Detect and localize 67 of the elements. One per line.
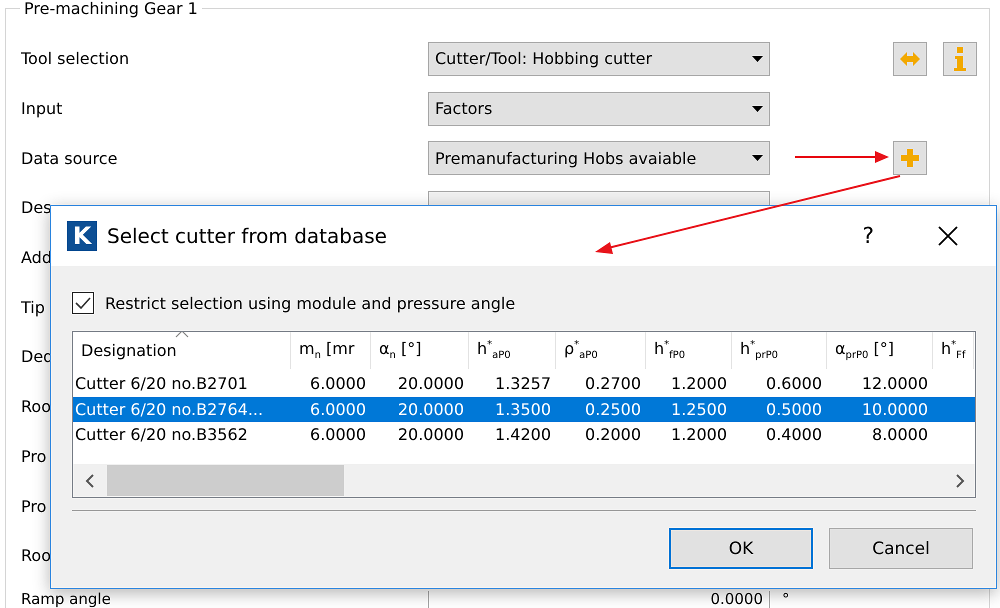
table-cell-text: 6.0000: [309, 374, 367, 394]
table-cell-text: 1.3500: [494, 400, 552, 419]
table-cell-text: 0.2700: [584, 374, 642, 394]
table-cell-text: 0.2000: [584, 425, 642, 444]
icon-button[interactable]: [943, 42, 977, 76]
unit-label: °: [782, 590, 790, 608]
caret-icon: [752, 56, 763, 62]
field-label: Tip: [21, 298, 45, 317]
icon-button[interactable]: [893, 141, 927, 176]
app-logo: K: [67, 221, 97, 251]
table-cell-text: 6.0000: [309, 400, 367, 419]
field-label: Input: [21, 99, 62, 118]
info-icon: [954, 46, 966, 71]
column-header[interactable]: α$_{prP0}$ [°]: [827, 332, 933, 369]
caret-icon: [752, 106, 763, 112]
checkbox-label: Restrict selection using module and pressure angle: [105, 294, 516, 312]
table-cell-text: 0.4000: [765, 425, 823, 444]
dialog-button[interactable]: Cancel: [829, 528, 973, 569]
field-label: Pro: [21, 446, 46, 466]
table-row[interactable]: Cutter 6/20 no.B3562 6.0000 20.0000 1.4200 0.2000 1.2000 0.4000 8.0000: [73, 422, 975, 448]
dropdown[interactable]: Factors: [428, 92, 770, 126]
table-cell-text: 6.0000: [309, 425, 367, 444]
input-field[interactable]: 0.0000: [428, 590, 770, 608]
plus-icon: [901, 149, 919, 168]
table-cell-text: 20.0000: [396, 400, 465, 419]
close-icon[interactable]: [938, 226, 958, 246]
table-cell-text: Cutter 6/20 no.B2701: [74, 374, 249, 394]
field-label: Roo: [21, 397, 51, 416]
field-label: Data source: [21, 148, 118, 168]
field-label: Ramp angle: [21, 590, 111, 608]
scrollbar-thumb[interactable]: [107, 465, 344, 496]
table-cell-text: 8.0000: [871, 425, 929, 444]
checkbox[interactable]: [72, 292, 94, 314]
table-cell-text: 0.6000: [765, 374, 823, 394]
field-label: Roo: [21, 546, 51, 566]
table-cell-text: 1.4200: [494, 425, 552, 444]
dropdown[interactable]: Premanufacturing Hobs avaiable: [428, 141, 770, 176]
icon-button[interactable]: [893, 42, 927, 76]
dialog-button[interactable]: OK: [669, 528, 813, 569]
column-header[interactable]: Designation: [73, 332, 291, 369]
horizontal-scrollbar[interactable]: [73, 464, 975, 497]
table-cell-text: 1.2000: [670, 425, 728, 444]
table-cell-text: 1.3257: [494, 374, 552, 394]
double-arrow-icon: [900, 52, 920, 66]
table-cell-text: 0.5000: [765, 400, 823, 419]
dropdown[interactable]: Cutter/Tool: Hobbing cutter: [428, 42, 770, 76]
table-cell-text: Cutter 6/20 no.B3562: [74, 425, 249, 444]
help-button[interactable]: ?: [862, 224, 874, 248]
table-row[interactable]: Cutter 6/20 no.B2764... 6.0000 20.0000 1.3500 0.2500 1.2500 0.5000 10.0000: [73, 396, 975, 422]
field-label: Pro: [21, 496, 46, 516]
caret-icon: [752, 155, 763, 162]
table-cell-text: 1.2000: [670, 374, 728, 394]
field-label: Tool selection: [21, 49, 130, 68]
column-header[interactable]: α$_{n}$ [°]: [371, 332, 469, 369]
table-cell-text: 12.0000: [860, 374, 929, 394]
dialog-title: Select cutter from database: [107, 224, 388, 248]
table-cell-text: 20.0000: [396, 374, 465, 394]
column-header[interactable]: m$_{n}$ [mr: [291, 332, 371, 369]
table-row[interactable]: Cutter 6/20 no.B2701 6.0000 20.0000 1.3257 0.2700 1.2000 0.6000 12.0000: [73, 371, 975, 396]
checkmark-icon: [75, 297, 91, 309]
field-label: Add: [21, 248, 52, 268]
table-cell-text: 0.2500: [584, 400, 642, 419]
table-cell-text: 10.0000: [860, 400, 929, 419]
table-cell-text: 20.0000: [396, 425, 465, 444]
group-title: Pre-machining Gear 1: [20, 0, 202, 19]
table-cell-text: Cutter 6/20 no.B2764...: [74, 400, 264, 419]
table-cell-text: 1.2500: [670, 400, 728, 419]
